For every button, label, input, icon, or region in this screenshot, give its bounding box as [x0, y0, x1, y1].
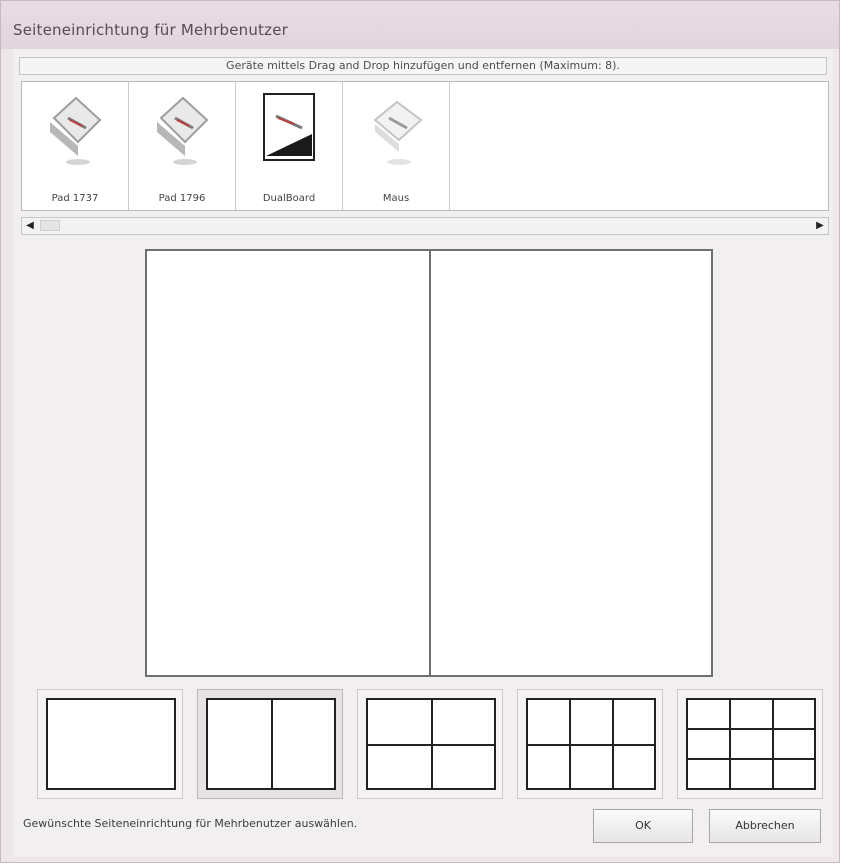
scroll-thumb[interactable]	[40, 220, 60, 231]
layout-1-pane-icon	[46, 698, 176, 790]
ok-button[interactable]: OK	[593, 809, 693, 843]
device-label: Pad 1737	[51, 193, 99, 204]
tablet-icon	[50, 96, 102, 165]
device-item-pad-1796[interactable]: Pad 1796	[129, 82, 236, 210]
tablet-icon	[157, 96, 209, 165]
status-text: Gewünschte Seiteneinrichtung für Mehrben…	[23, 817, 358, 830]
preview-divider	[429, 251, 431, 675]
mouse-icon	[373, 100, 423, 165]
layout-6-pane-icon	[526, 698, 656, 790]
device-label: Maus	[382, 193, 410, 204]
cancel-button[interactable]: Abbrechen	[709, 809, 821, 843]
board-icon	[263, 93, 315, 161]
layout-4-pane-icon	[366, 698, 496, 790]
device-scrollbar[interactable]: ◀ ▶	[21, 217, 829, 235]
device-item-pad-1737[interactable]: Pad 1737	[22, 82, 129, 210]
layout-9-pane-icon	[686, 698, 816, 790]
scroll-left-button[interactable]: ◀	[22, 218, 38, 234]
device-instruction: Geräte mittels Drag and Drop hinzufügen …	[19, 57, 827, 75]
dialog-client-area: Geräte mittels Drag and Drop hinzufügen …	[13, 49, 833, 857]
title-bar[interactable]: Seiteneinrichtung für Mehrbenutzer	[1, 1, 839, 49]
device-label: DualBoard	[262, 193, 316, 204]
device-item-maus[interactable]: Maus	[343, 82, 450, 210]
layout-option-1[interactable]	[37, 689, 183, 799]
device-label: Pad 1796	[158, 193, 206, 204]
layout-2-pane-icon	[206, 698, 336, 790]
device-item-dualboard[interactable]: DualBoard	[236, 82, 343, 210]
layout-option-6[interactable]	[517, 689, 663, 799]
layout-option-4[interactable]	[357, 689, 503, 799]
device-strip[interactable]: Pad 1737 Pad 1796 DualBoard Maus	[21, 81, 829, 211]
layout-option-2[interactable]	[197, 689, 343, 799]
scroll-right-button[interactable]: ▶	[812, 218, 828, 234]
layout-preview[interactable]	[145, 249, 713, 677]
layout-option-9[interactable]	[677, 689, 823, 799]
window-title: Seiteneinrichtung für Mehrbenutzer	[13, 21, 288, 39]
dialog-window: Seiteneinrichtung für Mehrbenutzer Gerät…	[0, 0, 840, 863]
